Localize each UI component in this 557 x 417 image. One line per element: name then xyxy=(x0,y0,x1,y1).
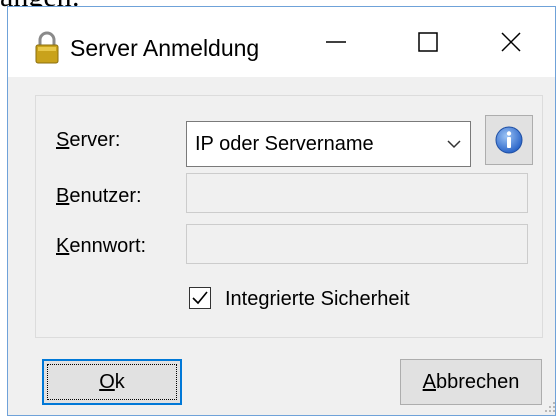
focus-rectangle xyxy=(47,364,177,400)
maximize-icon xyxy=(418,32,438,52)
close-icon xyxy=(501,32,521,52)
close-button[interactable] xyxy=(465,7,557,77)
cancel-button-label: Abbrechen xyxy=(423,371,520,394)
user-label-mnemonic: B xyxy=(56,185,70,207)
window-title: Server Anmeldung xyxy=(70,35,260,61)
resize-grip-icon[interactable] xyxy=(544,401,556,413)
password-label-text: ennwort: xyxy=(69,235,147,257)
checkmark-icon xyxy=(192,291,208,305)
integrated-security-checkbox[interactable] xyxy=(189,287,211,309)
server-login-dialog: Server Anmeldung Server: IP oder Servern… xyxy=(7,6,556,416)
server-label-text: erver: xyxy=(69,129,121,151)
title-bar[interactable]: Server Anmeldung xyxy=(8,7,555,77)
password-input[interactable] xyxy=(186,224,528,264)
maximize-button[interactable] xyxy=(382,7,474,77)
chevron-down-icon xyxy=(447,140,461,149)
password-label: Kennwort: xyxy=(56,235,146,257)
cancel-button-mnemonic: A xyxy=(422,370,436,393)
server-label-mnemonic: S xyxy=(56,129,70,151)
server-combobox[interactable]: IP oder Servername xyxy=(186,121,471,167)
cancel-button-text: bbrechen xyxy=(435,370,520,393)
server-label: Server: xyxy=(56,129,120,151)
server-combobox-value: IP oder Servername xyxy=(195,133,374,155)
user-label-text: enutzer: xyxy=(69,185,142,207)
cancel-button[interactable]: Abbrechen xyxy=(400,359,542,405)
lock-icon xyxy=(34,31,60,65)
minimize-icon xyxy=(326,41,346,43)
user-input[interactable] xyxy=(186,173,528,213)
info-icon xyxy=(495,126,523,154)
server-info-button[interactable] xyxy=(485,115,533,165)
integrated-security-label[interactable]: Integrierte Sicherheit xyxy=(225,288,410,310)
ok-button[interactable]: Ok xyxy=(42,359,182,405)
password-label-mnemonic: K xyxy=(56,235,70,257)
user-label: Benutzer: xyxy=(56,185,142,207)
minimize-button[interactable] xyxy=(290,7,382,77)
